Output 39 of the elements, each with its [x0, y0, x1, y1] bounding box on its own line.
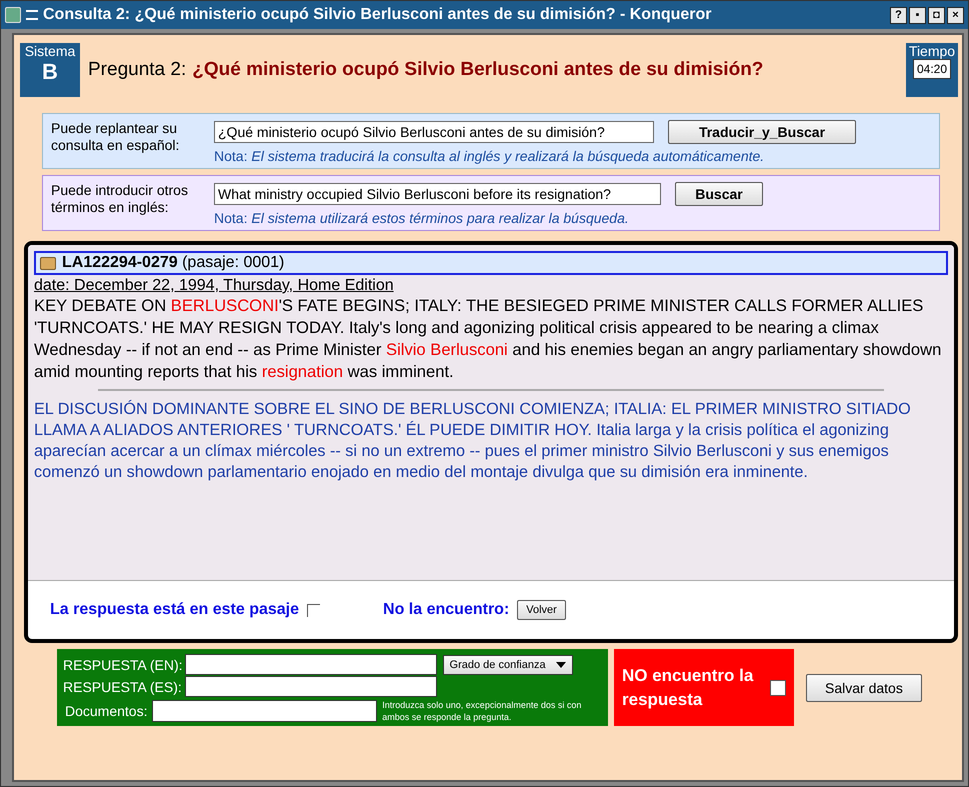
- answer-es-field[interactable]: [184, 676, 437, 697]
- documents-hint: Introduzca solo uno, excepcionalmente dos si con ambos se responde la pregunta.: [382, 699, 582, 723]
- system-label: Sistema: [24, 43, 76, 59]
- documents-field[interactable]: [152, 700, 378, 722]
- query-label: Puede replantear su consulta en español:: [51, 120, 180, 155]
- question-text: ¿Qué ministerio ocupó Silvio Berlusconi antes de su dimisión?: [192, 59, 764, 81]
- answer-en-label: RESPUESTA (EN):: [63, 656, 183, 672]
- window-control-button[interactable]: ◘: [928, 6, 945, 24]
- timer-label: Tiempo: [908, 43, 956, 59]
- caret-icon: [556, 662, 566, 668]
- spanish-query-field[interactable]: ¿Qué ministerio ocupó Silvio Berlusconi antes de su dimisión?: [214, 121, 654, 143]
- documents-label: Documentos:: [65, 703, 148, 719]
- answer-es-label: RESPUESTA (ES):: [63, 678, 183, 694]
- app-icon: [5, 7, 21, 23]
- note-text: Nota: El sistema traducirá la consulta al inglés y realizará la búsqueda automáticamente.: [214, 148, 766, 164]
- system-letter: B: [42, 59, 58, 85]
- query-label: Puede introducir otros términos en inglés:: [51, 182, 189, 217]
- english-query-field[interactable]: What ministry occupied Silvio Berlusconi before its resignation?: [214, 183, 661, 205]
- not-found-checkbox[interactable]: [770, 680, 786, 696]
- back-button[interactable]: Volver: [517, 600, 566, 620]
- document-id: LA122294-0279 (pasaje: 0001): [62, 254, 284, 272]
- answer-here-label: La respuesta está en este pasaje: [50, 601, 300, 619]
- window-control-button[interactable]: ▪: [909, 6, 926, 24]
- confidence-dropdown[interactable]: Grado de confianza: [442, 654, 573, 674]
- timer-field: 04:20: [912, 59, 952, 79]
- answer-en-field[interactable]: [184, 654, 437, 675]
- note-text: Nota: El sistema utilizará estos términos para realizar la búsqueda.: [214, 210, 630, 226]
- translation-text: EL DISCUSIÓN DOMINANTE SOBRE EL SINO DE BERLUSCONI COMIENZA; ITALIA: EL PRIMER MINISTRO SITIADO LLAMA A ALIADOS ANTERIORES ' TURNCOATS.' ÉL PUEDE DIMITIR HOY. Italia larga y la crisis política el agonizing aparecían acercar a un clímax miércoles -- si no un extremo -- pues el primer ministro Silvio Berlusconi y sus enemigos comenzó un showdown parlamentario enojado en medio del montaje divulga que su dimisión era inminente.: [34, 399, 912, 483]
- question-label: Pregunta 2:: [88, 59, 186, 81]
- search-button[interactable]: Buscar: [675, 182, 763, 206]
- not-found-label: No la encuentro:: [383, 601, 510, 619]
- passage-text: KEY DEBATE ON BERLUSCONI'S FATE BEGINS; ITALY: THE BESIEGED PRIME MINISTER CALLS FORMER ALLIES 'TURNCOATS.' HE MAY RESIGN TODAY. Italy's long and agonizing political crisis appeared to be nearing a climax Wednesday -- if not an end -- as Prime Minister Silvio Berlusconi and his enemies began an angry parliamentary showdown amid mounting reports that his resignation was imminent.: [34, 295, 942, 383]
- window-control-button[interactable]: ×: [947, 6, 964, 24]
- document-date: date: December 22, 1994, Thursday, Home Edition: [34, 277, 395, 295]
- window-control-button[interactable]: ?: [890, 6, 907, 24]
- window-title: Consulta 2: ¿Qué ministerio ocupó Silvio Berlusconi antes de su dimisión? - Konqueror: [43, 6, 713, 24]
- save-button[interactable]: Salvar datos: [806, 674, 922, 702]
- translate-search-button[interactable]: Traducir_y_Buscar: [668, 120, 856, 144]
- not-found-answer-label: NO encuentro la respuesta: [622, 664, 754, 710]
